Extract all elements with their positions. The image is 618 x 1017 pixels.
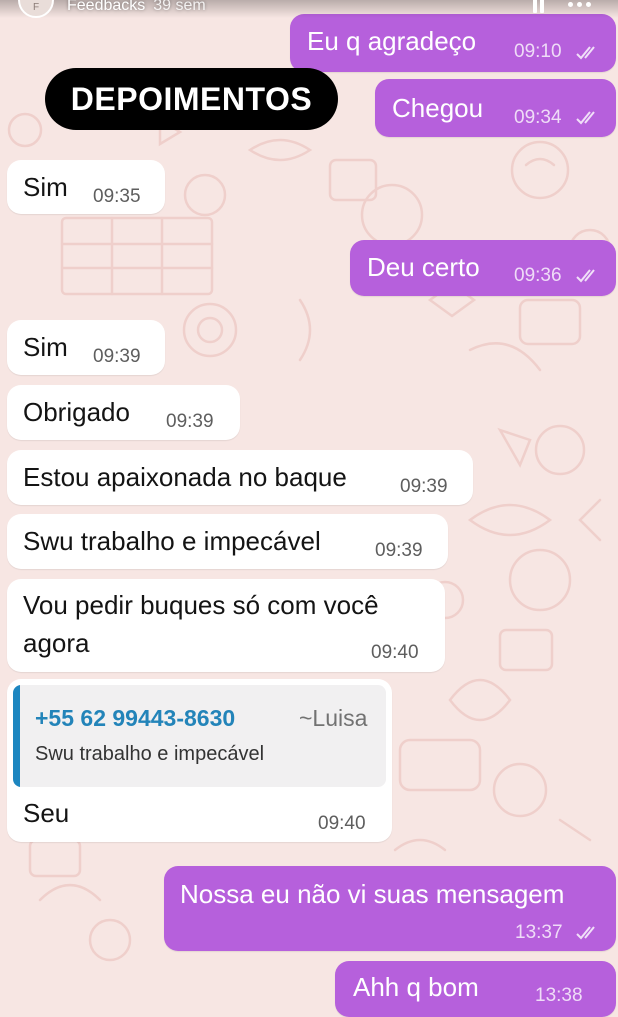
story-username[interactable]: Feedbacks 39 sem	[67, 0, 206, 15]
message-time: 13:38	[535, 985, 583, 1006]
pause-icon[interactable]	[532, 0, 546, 14]
message-text: Deu certo	[367, 252, 480, 282]
message-bubble-outgoing: Deu certo 09:36	[350, 240, 616, 296]
message-bubble-outgoing: Ahh q bom 13:38	[335, 961, 616, 1017]
message-time: 09:34	[514, 107, 562, 128]
message-time: 09:39	[166, 411, 214, 432]
message-time: 13:37	[515, 922, 563, 943]
message-time: 09:35	[93, 186, 141, 207]
message-time: 09:39	[400, 476, 448, 497]
quoted-text: Swu trabalho e impecável	[35, 743, 265, 765]
message-text: Nossa eu não vi suas mensagem	[180, 879, 565, 909]
story-age: 39 sem	[153, 0, 206, 14]
story-text-tag: DEPOIMENTOS	[45, 68, 338, 130]
read-receipt-icon	[576, 46, 595, 60]
message-time: 09:40	[371, 642, 419, 663]
message-bubble-outgoing: Eu q agradeço 09:10	[290, 14, 616, 72]
message-text-line2: agora	[23, 628, 90, 658]
message-bubble-incoming: Vou pedir buques só com você agora 09:40	[7, 579, 445, 672]
message-bubble-incoming: Estou apaixonada no baque 09:39	[7, 450, 473, 505]
username-label: Feedbacks	[67, 0, 146, 14]
message-time: 09:40	[318, 813, 366, 834]
read-receipt-icon	[576, 269, 595, 283]
story-header: F Feedbacks 39 sem	[0, 0, 618, 18]
message-text: Seu	[23, 798, 70, 828]
quote-accent-bar	[13, 685, 20, 787]
message-text: Ahh q bom	[353, 972, 479, 1002]
message-time: 09:36	[514, 265, 562, 286]
more-options-icon[interactable]	[568, 0, 598, 10]
message-text: Estou apaixonada no baque	[23, 462, 347, 492]
message-text: Chegou	[392, 93, 484, 123]
message-bubble-incoming: Swu trabalho e impecável 09:39	[7, 514, 448, 569]
quoted-message[interactable]: +55 62 99443-8630 ~Luisa Swu trabalho e …	[13, 685, 386, 787]
message-time: 09:39	[375, 540, 423, 561]
message-bubble-reply: +55 62 99443-8630 ~Luisa Swu trabalho e …	[7, 679, 392, 842]
message-bubble-incoming: Sim 09:35	[7, 160, 165, 214]
message-text: Obrigado	[23, 397, 130, 427]
message-bubble-incoming: Sim 09:39	[7, 320, 165, 375]
message-text-line1: Vou pedir buques só com você	[23, 590, 379, 620]
message-bubble-outgoing: Chegou 09:34	[375, 79, 616, 137]
avatar[interactable]: F	[18, 0, 54, 18]
message-time: 09:39	[93, 346, 141, 367]
message-text: Eu q agradeço	[307, 26, 477, 56]
message-time: 09:10	[514, 41, 562, 62]
message-bubble-outgoing: Nossa eu não vi suas mensagem 13:37	[164, 866, 616, 951]
read-receipt-icon	[576, 926, 595, 940]
message-bubble-incoming: Obrigado 09:39	[7, 385, 240, 440]
message-text: Sim	[23, 332, 68, 362]
quoted-sender-name: ~Luisa	[299, 705, 368, 731]
quoted-sender-phone: +55 62 99443-8630	[35, 705, 236, 731]
message-text: Sim	[23, 172, 68, 202]
message-text: Swu trabalho e impecável	[23, 526, 321, 556]
read-receipt-icon	[576, 111, 595, 125]
